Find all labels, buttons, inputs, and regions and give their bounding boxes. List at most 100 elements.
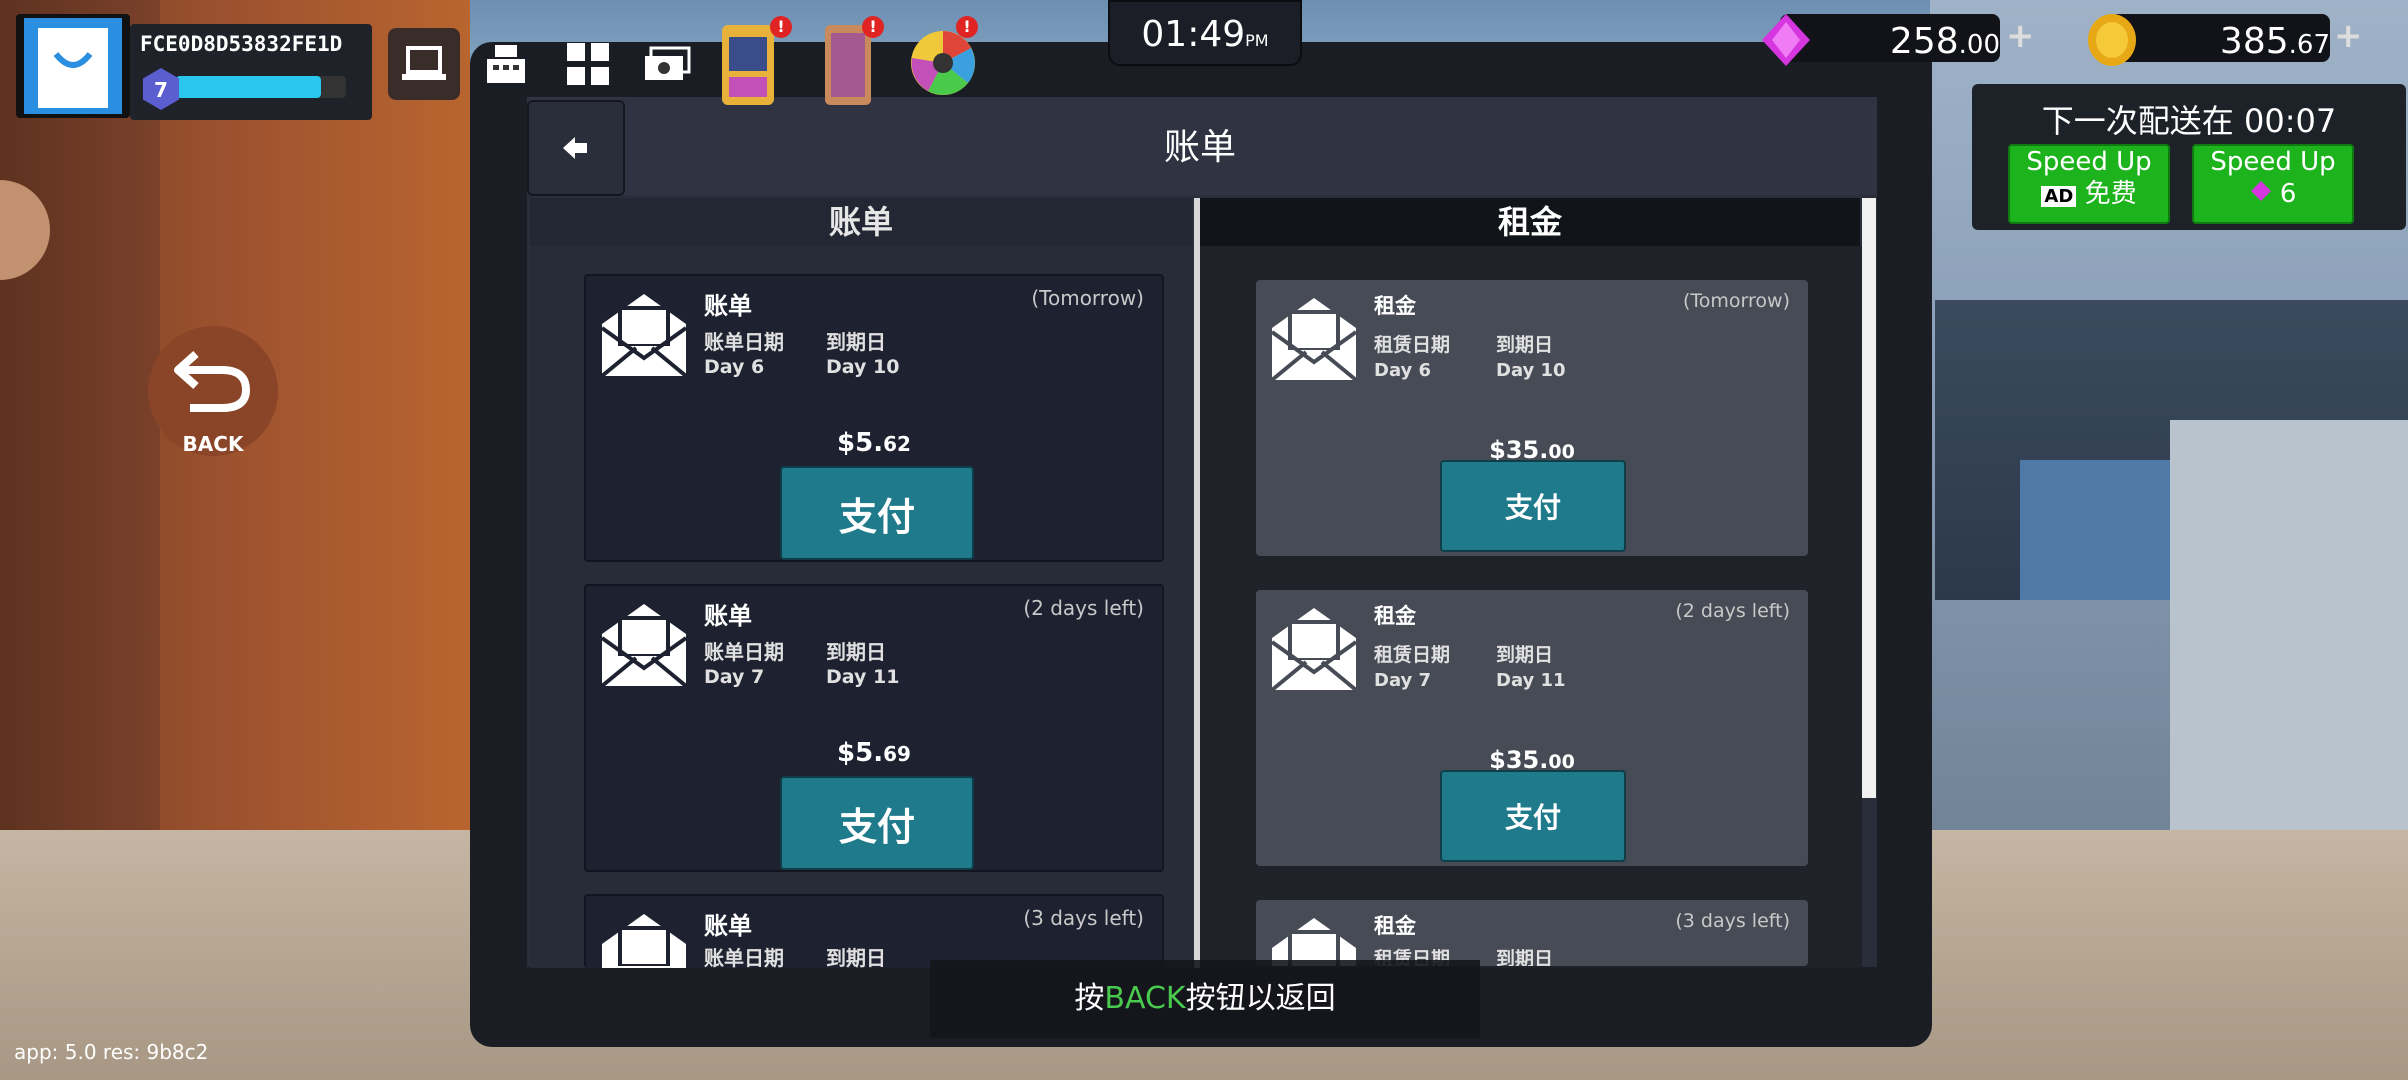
prize-wheel-icon — [911, 31, 975, 95]
bill-amount-decimal: 69 — [883, 742, 911, 766]
avatar[interactable] — [24, 18, 122, 114]
bill-card: 账单 (3 days left) 账单日期 到期日 — [584, 894, 1164, 968]
arrow-left-icon — [563, 137, 587, 159]
bill-due: (3 days left) — [1023, 906, 1144, 930]
bill-date-label: 账单日期 — [704, 946, 784, 968]
claw-machine-button[interactable] — [718, 22, 778, 108]
bill-date-label: 账单日期 — [704, 640, 784, 664]
rent-date-label: 租赁日期 — [1374, 334, 1451, 356]
rent-column-header: 租金 — [1200, 198, 1860, 246]
hint-prefix: 按 — [1074, 981, 1105, 1016]
bills-column-header: 账单 — [530, 198, 1192, 246]
speed-up-gem-button[interactable]: Speed Up 6 — [2192, 144, 2354, 224]
gem-balance-main: 258 — [1889, 21, 1959, 62]
claw-machine-alert: ! — [770, 16, 792, 38]
due-date-label: 到期日 — [826, 330, 886, 354]
bill-amount-main: $5. — [837, 428, 884, 458]
bill-card: 账单 (Tomorrow) 账单日期 到期日 Day 6 Day 10 $5.6… — [584, 274, 1164, 562]
due-date-label: 到期日 — [826, 946, 886, 968]
coin-balance: 385.67 — [2110, 14, 2330, 62]
cash-register-icon — [487, 45, 525, 83]
coin-balance-main: 385 — [2219, 21, 2289, 62]
gem-icon — [2250, 181, 2271, 201]
pay-button[interactable]: 支付 — [780, 466, 974, 560]
hint-suffix: 按钮以返回 — [1185, 981, 1336, 1016]
due-date-value: Day 11 — [1496, 670, 1566, 691]
speed-up-free-label: 免费 — [2084, 179, 2137, 209]
coin-balance-decimal: .67 — [2288, 30, 2330, 60]
pay-button[interactable]: 支付 — [1440, 770, 1626, 862]
bill-amount-main: $5. — [837, 738, 884, 768]
due-date-label: 到期日 — [1496, 644, 1554, 666]
envelope-icon — [1270, 298, 1358, 382]
scratch-card-alert: ! — [862, 16, 884, 38]
add-coins-button[interactable]: + — [2334, 16, 2363, 56]
cash-register-button[interactable] — [470, 28, 542, 100]
hint-key: BACK — [1104, 981, 1186, 1016]
bill-due: (2 days left) — [1023, 596, 1144, 620]
next-delivery-timer: 下一次配送在 00:07 — [2041, 102, 2337, 140]
coin-icon — [2088, 14, 2136, 66]
bill-amount: $5.69 — [586, 738, 1162, 768]
speed-up-label: Speed Up — [2210, 147, 2336, 177]
side-back-label: BACK — [182, 432, 244, 456]
gem-balance-decimal: .00 — [1958, 30, 2000, 60]
bill-title: 账单 — [704, 292, 752, 320]
envelope-icon — [602, 914, 686, 968]
claw-machine-icon — [722, 25, 774, 105]
rent-due: (Tomorrow) — [1683, 290, 1790, 312]
envelope-icon — [600, 604, 688, 688]
envelope-icon — [1272, 918, 1356, 966]
pay-button[interactable]: 支付 — [780, 776, 974, 870]
bill-date-value: Day 7 — [704, 666, 765, 688]
bill-amount-decimal: 62 — [883, 432, 911, 456]
due-date-value: Day 10 — [826, 356, 900, 378]
xp-bar-fill — [176, 76, 321, 98]
due-date-label: 到期日 — [1496, 334, 1554, 356]
due-date-value: Day 10 — [1496, 360, 1566, 381]
background-column — [2170, 420, 2408, 900]
bill-due: (Tomorrow) — [1031, 286, 1144, 310]
pay-button[interactable]: 支付 — [1440, 460, 1626, 552]
money-button[interactable] — [632, 28, 704, 100]
game-clock: 01:49PM — [1108, 0, 1302, 66]
gem-icon — [1762, 14, 1810, 66]
due-date-label: 到期日 — [1496, 948, 1554, 966]
rent-scrollbar[interactable] — [1862, 198, 1876, 798]
rent-card: 租金 (2 days left) 租赁日期 到期日 Day 7 Day 11 $… — [1256, 590, 1808, 866]
player-id: FCE0D8D53832FE1D — [140, 32, 343, 56]
shopping-bag-icon — [38, 28, 108, 108]
due-date-value: Day 11 — [826, 666, 900, 688]
banknotes-icon — [645, 46, 691, 80]
speed-up-ad-button[interactable]: Speed Up AD 免费 — [2008, 144, 2170, 224]
rent-due: (3 days left) — [1675, 910, 1790, 932]
rent-date-label: 租赁日期 — [1374, 644, 1451, 666]
envelope-icon — [600, 294, 688, 378]
rent-title: 租金 — [1374, 914, 1416, 938]
envelope-icon — [1270, 608, 1358, 692]
undo-arrow-icon — [174, 351, 251, 412]
bill-title: 账单 — [704, 602, 752, 630]
laptop-button[interactable] — [388, 28, 460, 100]
bill-date-label: 账单日期 — [704, 330, 784, 354]
rent-card: 租金 (Tomorrow) 租赁日期 到期日 Day 6 Day 10 $35.… — [1256, 280, 1808, 556]
rent-date-value: Day 6 — [1374, 360, 1432, 381]
rent-date-value: Day 7 — [1374, 670, 1432, 691]
grid-icon — [567, 43, 609, 85]
screen-back-button[interactable] — [527, 100, 625, 196]
column-divider — [1194, 198, 1200, 968]
bill-date-value: Day 6 — [704, 356, 765, 378]
bill-amount: $5.62 — [586, 428, 1162, 458]
apps-button[interactable] — [552, 28, 624, 100]
rent-title: 租金 — [1374, 294, 1416, 318]
laptop-icon — [402, 46, 446, 80]
add-gems-button[interactable]: + — [2006, 16, 2035, 56]
bill-card: 账单 (2 days left) 账单日期 到期日 Day 7 Day 11 $… — [584, 584, 1164, 872]
rent-due: (2 days left) — [1675, 600, 1790, 622]
clock-ampm: PM — [1245, 31, 1269, 50]
rent-card: 租金 (3 days left) 租赁日期 到期日 — [1256, 900, 1808, 966]
debug-info: app: 5.0 res: 9b8c2 — [14, 1040, 209, 1064]
back-hint: 按BACK按钮以返回 — [930, 960, 1480, 1038]
lucky-wheel-alert: ! — [956, 16, 978, 38]
bill-title: 账单 — [704, 912, 752, 940]
